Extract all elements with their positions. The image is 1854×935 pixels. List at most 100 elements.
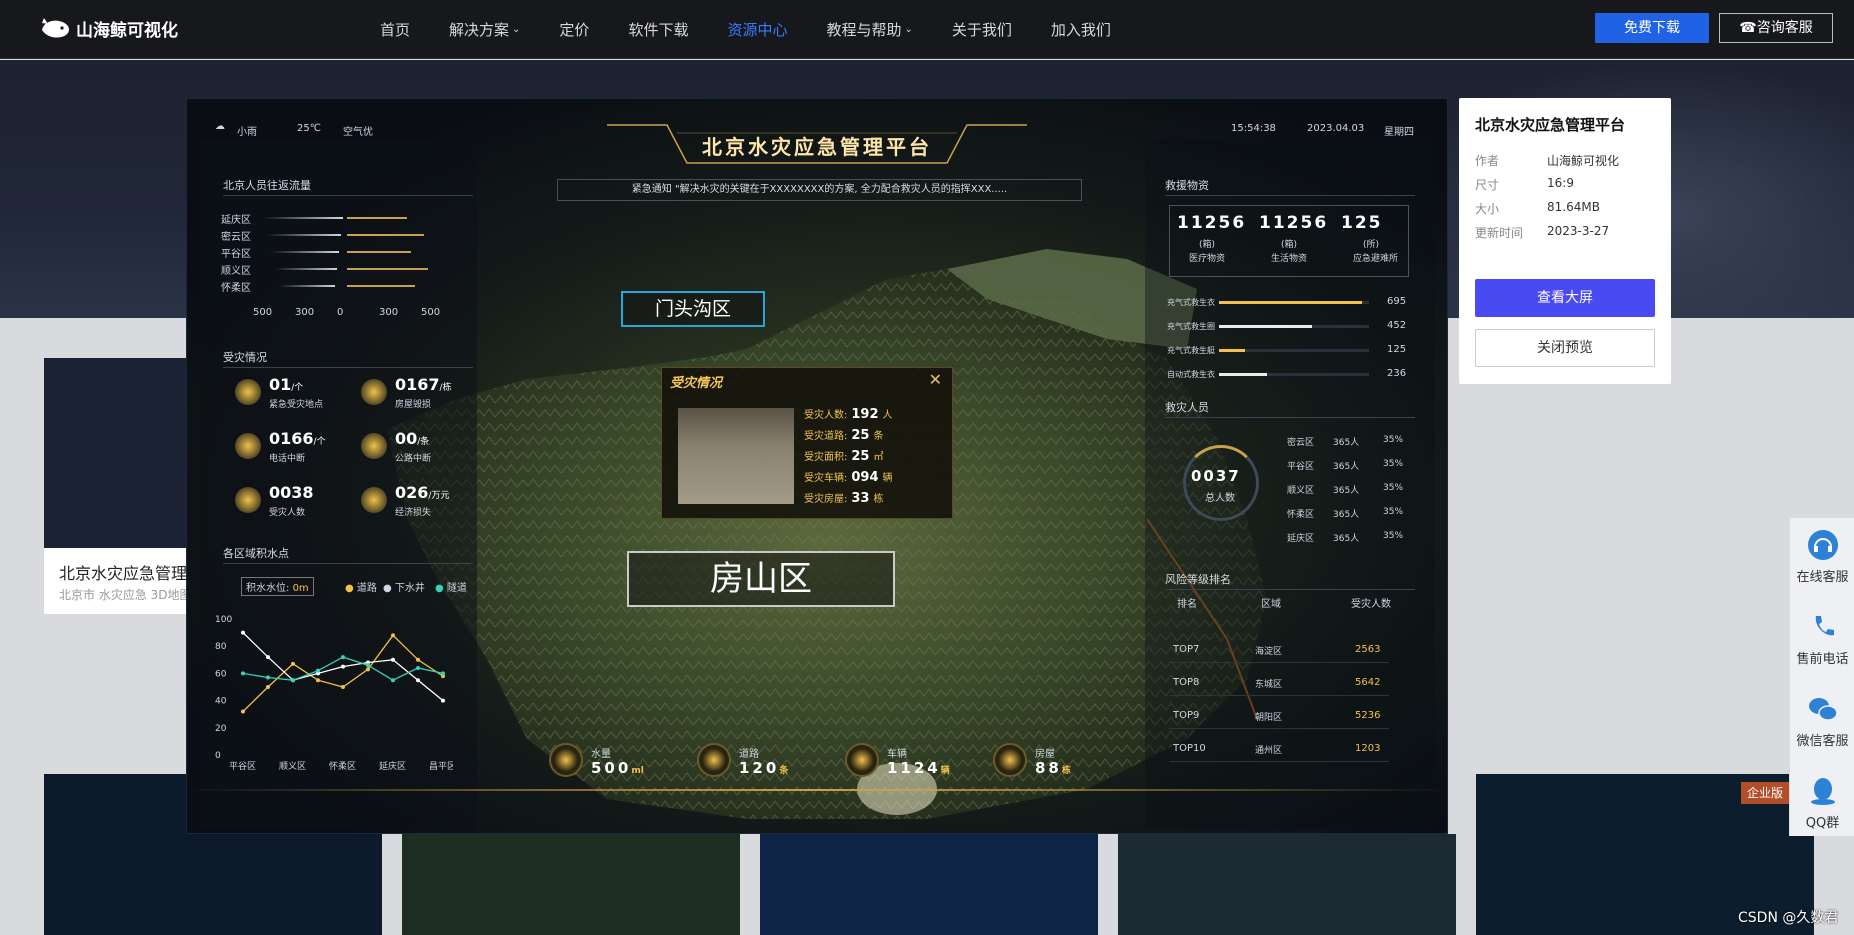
- nav-resources[interactable]: 资源中心: [727, 19, 787, 40]
- disaster-value: 0167: [395, 375, 440, 394]
- series-point: [241, 709, 245, 714]
- stat-value: 88栋: [1035, 759, 1071, 777]
- float-online-service[interactable]: 在线客服: [1790, 528, 1854, 585]
- consult-button[interactable]: ☎咨询客服: [1719, 13, 1833, 43]
- template-card-thumb[interactable]: [760, 834, 1098, 935]
- series-point: [366, 663, 370, 668]
- nav-about[interactable]: 关于我们: [952, 19, 1012, 40]
- flow-bar-left: [275, 268, 337, 270]
- rescue-pct: 35%: [1383, 507, 1404, 517]
- supply-bar-value: 236: [1387, 368, 1407, 379]
- flood-photo: [678, 408, 794, 504]
- template-card-thumb[interactable]: [402, 834, 740, 935]
- supply-bar-fill: [1219, 373, 1267, 376]
- rescue-area: 密云区: [1287, 438, 1315, 448]
- nav-pricing[interactable]: 定价: [559, 19, 589, 40]
- weather-icon: ☁: [215, 121, 225, 132]
- flow-bar-left: [279, 285, 335, 287]
- disaster-value: 0166: [269, 429, 314, 448]
- clock-time: 15:54:38: [1231, 123, 1276, 134]
- disaster-label: 受灾人数: [269, 508, 306, 518]
- nav-download[interactable]: 软件下载: [628, 19, 688, 40]
- disaster-number: 00/条: [395, 429, 429, 448]
- y-tick-label: 0: [215, 751, 221, 761]
- popup-row-label: 受灾房屋:: [804, 494, 848, 505]
- close-preview-button[interactable]: 关闭预览: [1475, 329, 1655, 367]
- risk-num: 5236: [1355, 710, 1381, 721]
- popup-row: 受灾车辆: 094 辆: [804, 469, 893, 485]
- float-wechat-service[interactable]: 微信客服: [1790, 692, 1854, 749]
- supply-bar-label: 自动式救生衣: [1167, 370, 1215, 379]
- wechat-icon: [1808, 698, 1838, 721]
- disaster-unit: /栋: [439, 383, 452, 393]
- popup-row-label: 受灾面积:: [804, 452, 848, 463]
- air-quality: 空气优: [343, 127, 373, 138]
- temperature: 25℃: [297, 123, 321, 134]
- nav-tutorials[interactable]: 教程与帮助 ⌄: [826, 19, 912, 40]
- rescue-count: 365人: [1333, 510, 1360, 520]
- nav-label: 定价: [559, 20, 590, 39]
- free-download-button[interactable]: 免费下载: [1595, 13, 1709, 43]
- series-point: [341, 685, 345, 689]
- popup-row: 受灾人数: 192 人: [804, 406, 893, 422]
- x-tick-label: 顺义区: [279, 761, 306, 772]
- disaster-value: 026: [395, 483, 429, 502]
- whale-logo-icon: [42, 18, 69, 38]
- supply-bar-fill: [1219, 349, 1245, 352]
- detail-value-filesize: 81.64MB: [1547, 200, 1600, 214]
- water-level-label: 积水水位:: [246, 583, 290, 594]
- popup-row-value: 094: [851, 470, 879, 485]
- y-tick-label: 100: [215, 615, 232, 625]
- template-card-title[interactable]: 北京水灾应急管理: [59, 560, 187, 584]
- region-label-fangshan[interactable]: 房山区: [627, 551, 895, 607]
- flow-axis-tick: 500: [421, 307, 441, 318]
- dashboard-title: 北京水灾应急管理平台: [702, 135, 932, 159]
- supply-bar-label: 充气式救生圈: [1167, 322, 1215, 331]
- detail-value-size: 16:9: [1547, 176, 1574, 190]
- detail-label-filesize: 大小: [1475, 202, 1500, 216]
- template-card-thumb[interactable]: [1118, 834, 1456, 935]
- detail-value-author: 山海鲸可视化: [1547, 154, 1620, 168]
- legend-label: 道路: [356, 583, 377, 594]
- series-point: [441, 671, 445, 676]
- x-tick-label: 延庆区: [379, 760, 406, 772]
- series-point: [366, 667, 370, 672]
- risk-title: 风险等级排名: [1165, 571, 1415, 590]
- popup-row-unit: ㎡: [873, 452, 884, 463]
- nav-join[interactable]: 加入我们: [1051, 19, 1111, 40]
- supply-title: 救援物资: [1165, 177, 1415, 196]
- template-card-thumb[interactable]: [44, 358, 194, 548]
- y-tick-label: 60: [215, 669, 227, 679]
- enterprise-badge: 企业版: [1741, 782, 1789, 804]
- dashboard-preview: ☁ 小雨 25℃ 空气优 北京水灾应急管理平台 15:54:38 2023.04…: [187, 99, 1447, 833]
- popup-row-label: 受灾车辆:: [804, 473, 848, 484]
- logo[interactable]: 山海鲸可视化: [40, 10, 178, 46]
- series-point: [416, 665, 420, 670]
- headset-icon: [1807, 530, 1838, 560]
- nav-home[interactable]: 首页: [380, 19, 410, 40]
- watermark: CSDN @久数君: [1738, 910, 1839, 926]
- stat-value: 500ml: [591, 759, 644, 777]
- region-label-mentougou[interactable]: 门头沟区: [621, 291, 765, 327]
- float-label: QQ群: [1805, 816, 1840, 831]
- supply-bar-fill: [1219, 325, 1312, 328]
- popup-row-value: 33: [851, 491, 870, 506]
- supply-unit: (箱): [1281, 240, 1298, 250]
- stat-icon: [549, 743, 583, 777]
- supply-bar-label: 充气式救生衣: [1167, 298, 1215, 307]
- legend-road: ● 道路: [345, 583, 377, 594]
- warning-icon: [361, 379, 387, 405]
- y-tick-label: 80: [215, 642, 227, 652]
- float-presale-phone[interactable]: 售前电话: [1790, 610, 1854, 667]
- view-fullscreen-button[interactable]: 查看大屏: [1475, 279, 1655, 317]
- risk-rank: TOP7: [1173, 644, 1200, 655]
- flow-row-label: 平谷区: [221, 249, 251, 260]
- float-qq-group[interactable]: QQ群: [1790, 774, 1854, 831]
- close-icon[interactable]: ✕: [929, 370, 942, 389]
- series-point: [266, 655, 270, 660]
- series-line: [242, 634, 444, 712]
- detail-label-updated: 更新时间: [1475, 226, 1524, 240]
- clock-date: 2023.04.03: [1307, 123, 1365, 134]
- nav-solutions[interactable]: 解决方案 ⌄: [449, 19, 520, 40]
- risk-rank: TOP10: [1173, 743, 1206, 754]
